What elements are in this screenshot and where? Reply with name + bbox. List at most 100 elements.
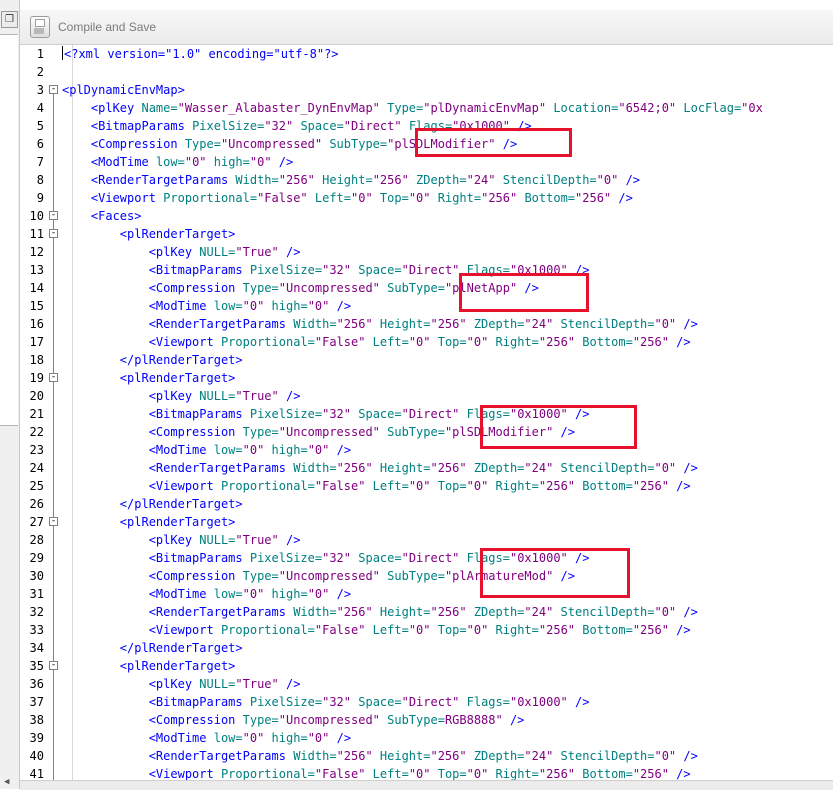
fold-toggle-icon[interactable]: -: [49, 85, 58, 94]
xml-attribute: Height=: [314, 173, 373, 187]
xml-value: "0": [408, 767, 431, 780]
fold-toggle-icon[interactable]: -: [49, 661, 58, 670]
xml-tag: <plRenderTarget>: [119, 227, 236, 241]
code-line[interactable]: 2: [20, 63, 833, 81]
code-line[interactable]: 20 <plKey NULL="True" />: [20, 387, 833, 405]
xml-tag: <RenderTargetParams: [148, 605, 294, 619]
code-text: <plRenderTarget>: [62, 657, 236, 675]
code-line[interactable]: 9 <Viewport Proportional="False" Left="0…: [20, 189, 833, 207]
code-line[interactable]: 28 <plKey NULL="True" />: [20, 531, 833, 549]
code-text: <plRenderTarget>: [62, 369, 236, 387]
code-line[interactable]: 21 <BitmapParams PixelSize="32" Space="D…: [20, 405, 833, 423]
xml-attribute: SubType=: [379, 425, 445, 439]
code-line[interactable]: 41 <Viewport Proportional="False" Left="…: [20, 765, 833, 780]
code-line[interactable]: 27- <plRenderTarget>: [20, 513, 833, 531]
code-line[interactable]: 37 <BitmapParams PixelSize="32" Space="D…: [20, 693, 833, 711]
code-text: <?xml version="1.0" encoding="utf-8"?>: [62, 45, 339, 63]
xml-editor[interactable]: 1 <?xml version="1.0" encoding="utf-8"?> 2…: [20, 45, 833, 780]
xml-attribute: Left=: [307, 191, 352, 205]
code-line[interactable]: 29 <BitmapParams PixelSize="32" Space="D…: [20, 549, 833, 567]
code-line[interactable]: 23 <ModTime low="0" high="0" />: [20, 441, 833, 459]
code-line[interactable]: 38 <Compression Type="Uncompressed" SubT…: [20, 711, 833, 729]
highlight-box-line-22: [480, 405, 637, 449]
line-number: 25: [29, 479, 44, 493]
xml-tag: />: [329, 299, 352, 313]
fold-toggle-icon[interactable]: -: [49, 211, 58, 220]
code-line[interactable]: 16 <RenderTargetParams Width="256" Heigh…: [20, 315, 833, 333]
compile-and-save-button[interactable]: Compile and Save: [30, 15, 156, 39]
xml-attribute: SubType=: [322, 137, 388, 151]
code-line[interactable]: 30 <Compression Type="Uncompressed" SubT…: [20, 567, 833, 585]
xml-tag: />: [271, 155, 294, 169]
code-line[interactable]: 14 <Compression Type="Uncompressed" SubT…: [20, 279, 833, 297]
line-number: 23: [29, 443, 44, 457]
xml-value: "256": [430, 749, 467, 763]
xml-tag: />: [676, 749, 698, 763]
code-line[interactable]: 13 <BitmapParams PixelSize="32" Space="D…: [20, 261, 833, 279]
xml-value: "0": [408, 335, 431, 349]
code-line[interactable]: 26 </plRenderTarget>: [20, 495, 833, 513]
code-line[interactable]: 39 <ModTime low="0" high="0" />: [20, 729, 833, 747]
fold-toggle-icon[interactable]: -: [49, 517, 58, 526]
code-line[interactable]: 18 </plRenderTarget>: [20, 351, 833, 369]
code-line[interactable]: 19- <plRenderTarget>: [20, 369, 833, 387]
xml-tag: />: [278, 677, 301, 691]
xml-attribute: Right=: [488, 479, 539, 493]
code-line[interactable]: 36 <plKey NULL="True" />: [20, 675, 833, 693]
code-line[interactable]: 1 <?xml version="1.0" encoding="utf-8"?>: [20, 45, 833, 63]
code-text: </plRenderTarget>: [62, 495, 243, 513]
code-line[interactable]: 10- <Faces>: [20, 207, 833, 225]
xml-attribute: Left=: [365, 335, 409, 349]
xml-attribute: Left=: [365, 479, 409, 493]
xml-tag: <Viewport: [148, 623, 221, 637]
fold-toggle-icon[interactable]: -: [49, 229, 58, 238]
code-line[interactable]: 40 <RenderTargetParams Width="256" Heigh…: [20, 747, 833, 765]
xml-attribute: Top=: [372, 191, 409, 205]
code-line[interactable]: 17 <Viewport Proportional="False" Left="…: [20, 333, 833, 351]
save-disk-icon: [30, 16, 50, 38]
code-line[interactable]: 8 <RenderTargetParams Width="256" Height…: [20, 171, 833, 189]
code-line[interactable]: 34 </plRenderTarget>: [20, 639, 833, 657]
xml-value: "Uncompressed": [278, 713, 380, 727]
xml-attribute: NULL=: [199, 245, 236, 259]
xml-value: "0": [654, 317, 677, 331]
code-line[interactable]: 32 <RenderTargetParams Width="256" Heigh…: [20, 603, 833, 621]
line-number: 18: [29, 353, 44, 367]
xml-tag: <ModTime: [148, 587, 214, 601]
code-text: <RenderTargetParams Width="256" Height="…: [62, 315, 698, 333]
scroll-left-arrow-icon[interactable]: ◀: [4, 777, 9, 787]
restore-window-icon[interactable]: ❐: [1, 11, 18, 28]
code-line[interactable]: 33 <Viewport Proportional="False" Left="…: [20, 621, 833, 639]
fold-toggle-icon[interactable]: -: [49, 373, 58, 382]
xml-value: "0": [351, 191, 373, 205]
code-line[interactable]: 35- <plRenderTarget>: [20, 657, 833, 675]
code-line[interactable]: 22 <Compression Type="Uncompressed" SubT…: [20, 423, 833, 441]
code-line[interactable]: 3- <plDynamicEnvMap>: [20, 81, 833, 99]
xml-tag: </plRenderTarget>: [119, 497, 243, 511]
code-line[interactable]: 15 <ModTime low="0" high="0" />: [20, 297, 833, 315]
line-number: 31: [29, 587, 44, 601]
code-line[interactable]: 4 <plKey Name="Wasser_Alabaster_DynEnvMa…: [20, 99, 833, 117]
code-text: <ModTime low="0" high="0" />: [62, 729, 351, 747]
code-line[interactable]: 24 <RenderTargetParams Width="256" Heigh…: [20, 459, 833, 477]
xml-value: "256": [632, 335, 669, 349]
highlight-box-line-30: [480, 548, 630, 598]
code-line[interactable]: 11- <plRenderTarget>: [20, 225, 833, 243]
xml-tag: />: [611, 191, 633, 205]
xml-tag: />: [567, 695, 590, 709]
code-line[interactable]: 25 <Viewport Proportional="False" Left="…: [20, 477, 833, 495]
code-line[interactable]: 12 <plKey NULL="True" />: [20, 243, 833, 261]
xml-attribute: ZDepth=: [466, 461, 525, 475]
xml-value: "0": [408, 479, 431, 493]
xml-attribute: Name=: [141, 101, 178, 115]
code-line[interactable]: 31 <ModTime low="0" high="0" />: [20, 585, 833, 603]
